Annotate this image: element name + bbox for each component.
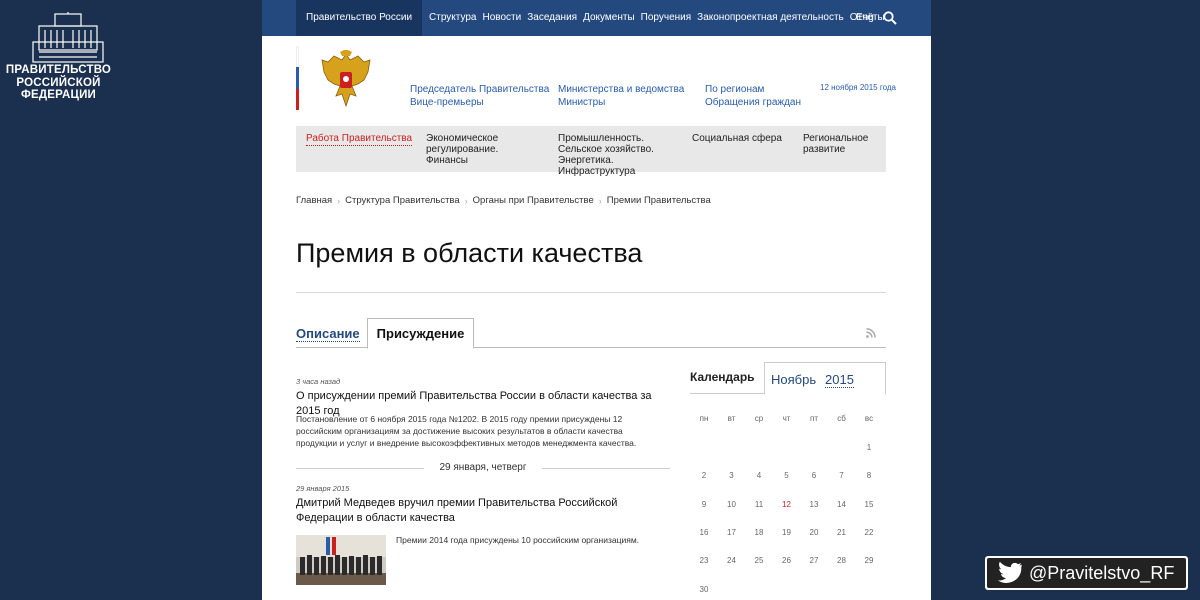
calendar-day[interactable]: 2: [690, 471, 718, 480]
top-navigation-bar: Правительство России Структура Новости З…: [262, 0, 931, 36]
calendar-day[interactable]: 30: [690, 585, 718, 594]
rss-icon[interactable]: [866, 328, 876, 338]
calendar-day[interactable]: 3: [718, 471, 746, 480]
divider: [296, 292, 886, 293]
breadcrumb: Главная › Структура Правительства › Орга…: [296, 195, 711, 206]
calendar-month-tab: Ноябрь 2015: [764, 362, 886, 395]
news-text: Премии 2014 года присуждены 10 российски…: [396, 535, 640, 545]
calendar-day[interactable]: 8: [855, 471, 883, 480]
calendar-day[interactable]: 29: [855, 556, 883, 565]
header-link-ministries[interactable]: Министерства и ведомства: [558, 83, 684, 96]
calendar-day[interactable]: 23: [690, 556, 718, 565]
page-content: Правительство России Структура Новости З…: [262, 0, 931, 600]
language-switch[interactable]: Eng: [856, 0, 874, 36]
calendar-day-today[interactable]: 12: [773, 500, 801, 509]
breadcrumb-home[interactable]: Главная: [296, 195, 332, 206]
news-title[interactable]: Дмитрий Медведев вручил премии Правитель…: [296, 496, 656, 526]
calendar-day[interactable]: 17: [718, 528, 746, 537]
calendar-label: Календарь: [690, 370, 755, 384]
topnav-item-meetings[interactable]: Заседания: [524, 0, 580, 36]
russian-flag-stripe: [296, 46, 299, 110]
content-tabs: Описание Присуждение: [296, 318, 886, 349]
news-text: Постановление от 6 ноября 2015 года №120…: [296, 414, 637, 448]
topnav-item-news[interactable]: Новости: [480, 0, 525, 36]
current-date: 12 ноября 2015 года: [820, 83, 896, 92]
header-link-vice-premiers[interactable]: Вице-премьеры: [410, 96, 484, 109]
breadcrumb-bodies[interactable]: Органы при Правительстве: [473, 195, 594, 206]
topnav-item-documents[interactable]: Документы: [580, 0, 638, 36]
news-time: 3 часа назад: [296, 377, 341, 386]
topnav-item-government[interactable]: Правительство России: [296, 0, 423, 36]
chevron-right-icon: ›: [464, 195, 468, 206]
twitter-handle: @Pravitelstvo_RF: [1029, 562, 1175, 583]
calendar-day[interactable]: 22: [855, 528, 883, 537]
breadcrumb-awards[interactable]: Премии Правительства: [607, 195, 711, 206]
calendar-day[interactable]: 18: [745, 528, 773, 537]
calendar-year[interactable]: 2015: [825, 372, 854, 388]
calendar-day[interactable]: 16: [690, 528, 718, 537]
calendar-day[interactable]: 7: [828, 471, 856, 480]
calendar-day[interactable]: 20: [800, 528, 828, 537]
category-regional[interactable]: Региональное развитие: [803, 133, 873, 155]
calendar-weekday: сб: [837, 414, 846, 423]
date-divider: 29 января, четверг: [296, 462, 670, 473]
category-industry[interactable]: Промышленность. Сельское хозяйство. Энер…: [558, 133, 680, 177]
calendar-day[interactable]: 1: [855, 443, 883, 452]
twitter-bird-icon: [997, 562, 1022, 583]
topnav-item-legislation[interactable]: Законопроектная деятельность: [694, 0, 847, 36]
top-nav: Правительство России Структура Новости З…: [296, 0, 888, 36]
calendar-day[interactable]: 14: [828, 500, 856, 509]
topnav-item-instructions[interactable]: Поручения: [638, 0, 695, 36]
calendar-day[interactable]: 21: [828, 528, 856, 537]
category-economy[interactable]: Экономическое регулирование. Финансы: [426, 133, 536, 166]
calendar-month[interactable]: Ноябрь: [771, 372, 816, 387]
calendar-header: Календарь Ноябрь 2015: [690, 362, 886, 395]
header-link-appeals[interactable]: Обращения граждан: [705, 96, 801, 109]
header-link-ministers[interactable]: Министры: [558, 96, 605, 109]
topnav-item-structure[interactable]: Структура: [426, 0, 479, 36]
twitter-badge[interactable]: @Pravitelstvo_RF: [985, 556, 1188, 590]
header-link-chairman[interactable]: Председатель Правительства: [410, 83, 549, 96]
calendar-day[interactable]: 19: [773, 528, 801, 537]
calendar-weekday: вс: [864, 414, 874, 423]
calendar-day[interactable]: 15: [855, 500, 883, 509]
calendar-day[interactable]: 13: [800, 500, 828, 509]
calendar-day[interactable]: 4: [745, 471, 773, 480]
date-divider-label: 29 января, четверг: [439, 462, 527, 473]
calendar-weekday: чт: [782, 414, 791, 423]
calendar-day[interactable]: 9: [690, 500, 718, 509]
news-photo[interactable]: [296, 535, 386, 585]
calendar-day[interactable]: 11: [745, 500, 773, 509]
calendar-day[interactable]: 27: [800, 556, 828, 565]
calendar-day[interactable]: 24: [718, 556, 746, 565]
calendar-weekday: вт: [727, 414, 736, 423]
category-social[interactable]: Социальная сфера: [692, 133, 782, 144]
brand-panel: ПРАВИТЕЛЬСТВО РОССИЙСКОЙ ФЕДЕРАЦИИ: [0, 0, 262, 600]
calendar-day[interactable]: 5: [773, 471, 801, 480]
page-title: Премия в области качества: [296, 238, 643, 268]
calendar-day[interactable]: 26: [773, 556, 801, 565]
calendar-day[interactable]: 10: [718, 500, 746, 509]
search-icon[interactable]: [883, 11, 897, 25]
header-link-regions[interactable]: По регионам: [705, 83, 764, 96]
coat-of-arms-icon: [321, 50, 371, 108]
brand-title: ПРАВИТЕЛЬСТВО РОССИЙСКОЙ ФЕДЕРАЦИИ: [5, 64, 112, 101]
tab-description[interactable]: Описание: [296, 326, 360, 342]
chevron-right-icon: ›: [337, 195, 341, 206]
government-house-icon: [32, 12, 104, 63]
category-government-work[interactable]: Работа Правительства: [306, 133, 413, 146]
breadcrumb-structure[interactable]: Структура Правительства: [345, 195, 460, 206]
calendar-weekday: пн: [699, 414, 709, 423]
calendar-weekday: ср: [754, 414, 764, 423]
category-bar: Работа Правительства Экономическое регул…: [296, 126, 886, 177]
chevron-right-icon: ›: [598, 195, 602, 206]
calendar-day[interactable]: 28: [828, 556, 856, 565]
news-time: 29 января 2015: [296, 484, 350, 493]
site-header: Председатель Правительства Вице-премьеры…: [262, 36, 931, 144]
calendar-weekday: пт: [810, 414, 818, 423]
calendar-day[interactable]: 6: [800, 471, 828, 480]
calendar-day[interactable]: 25: [745, 556, 773, 565]
tab-awarding[interactable]: Присуждение: [367, 318, 474, 349]
